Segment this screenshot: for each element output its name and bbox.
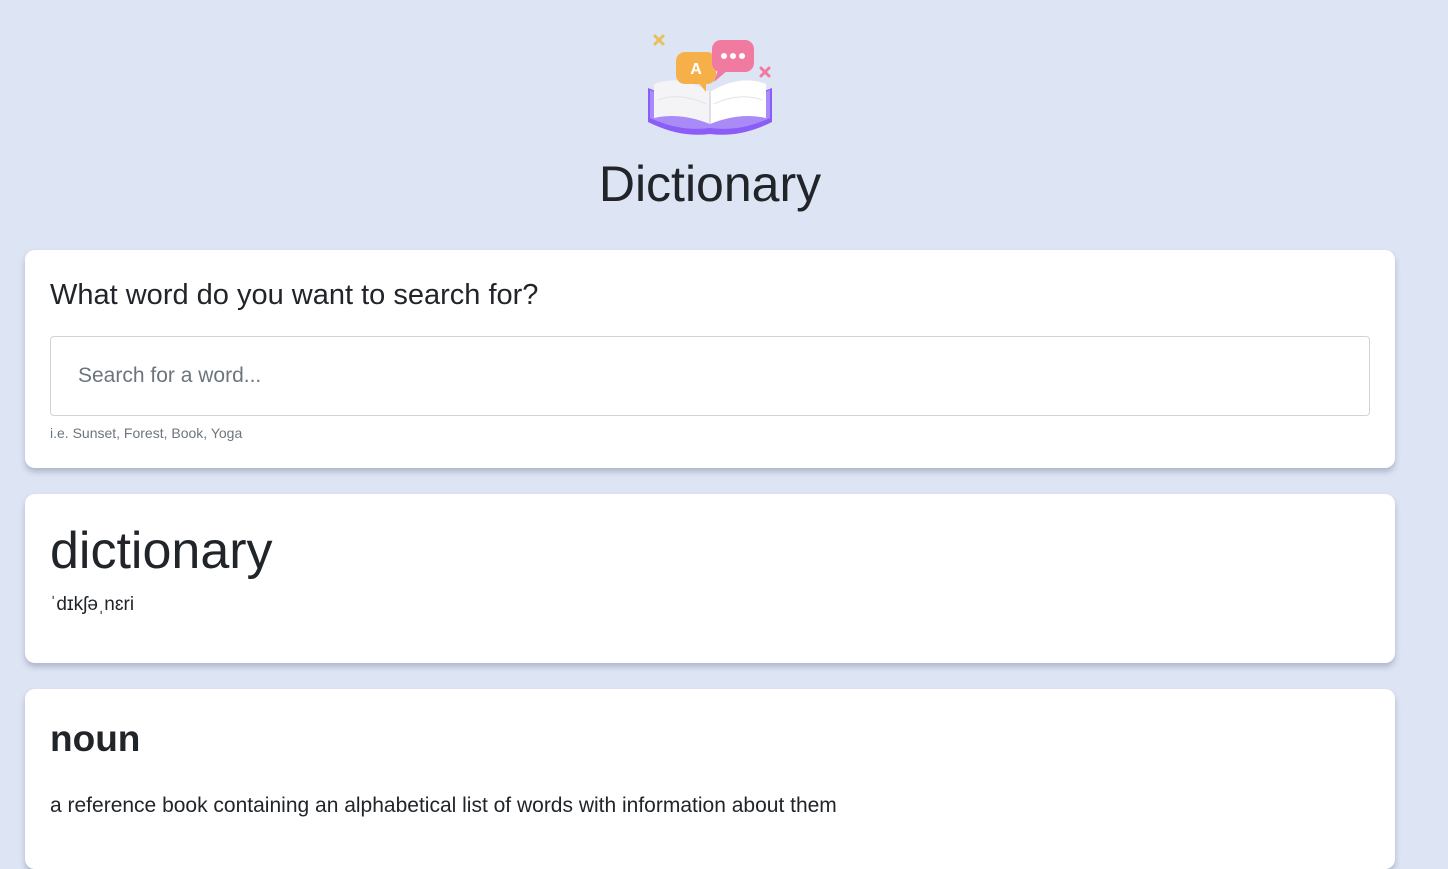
search-input[interactable] [50, 336, 1370, 416]
word-card: dictionary ˈdɪkʃəˌnɛri [25, 494, 1395, 663]
part-of-speech: noun [50, 718, 141, 759]
sparkle-icon [653, 34, 665, 46]
search-heading: What word do you want to search for? [50, 279, 539, 311]
app-header: A Dictionary [0, 0, 1420, 240]
meaning-card: noun a reference book containing an alph… [25, 689, 1395, 869]
word-title: dictionary [50, 522, 273, 580]
definition-text: a reference book containing an alphabeti… [50, 794, 837, 817]
phonetic-text: ˈdɪkʃəˌnɛri [50, 594, 135, 615]
sparkle-icon [759, 66, 771, 78]
dictionary-logo-icon: A [640, 30, 780, 145]
logo-bubble-letter: A [690, 61, 702, 78]
app-title: Dictionary [598, 156, 822, 212]
search-hint: i.e. Sunset, Forest, Book, Yoga [50, 425, 243, 441]
search-card: What word do you want to search for? i.e… [25, 250, 1395, 468]
